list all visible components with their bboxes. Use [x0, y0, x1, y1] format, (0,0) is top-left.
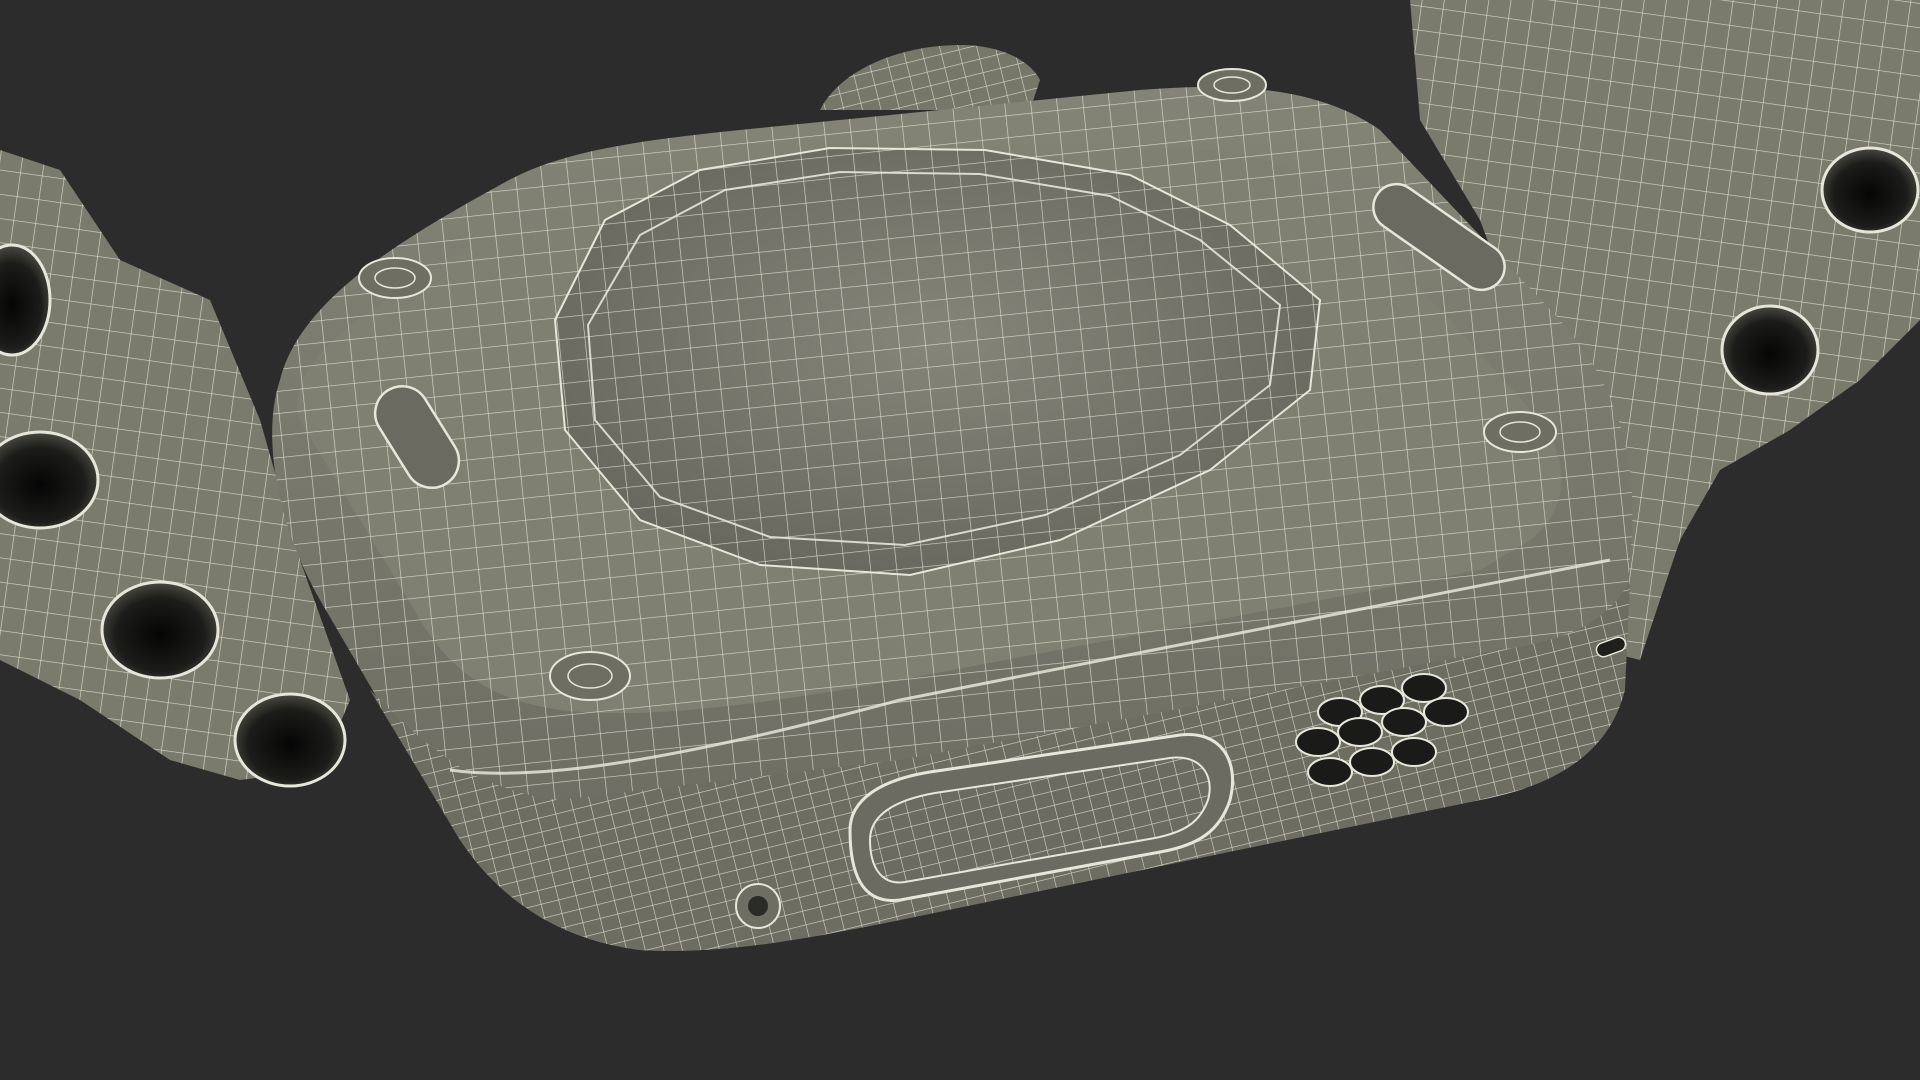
render-viewport	[0, 0, 1920, 1080]
side-pinhole	[735, 883, 781, 929]
screw-top-right	[1197, 68, 1267, 102]
crown-dial	[820, 45, 1040, 110]
screw-bottom-left	[549, 651, 631, 701]
screw-right	[1483, 411, 1557, 453]
wireframe-scene	[0, 0, 1920, 951]
screw-top-left	[358, 257, 432, 299]
